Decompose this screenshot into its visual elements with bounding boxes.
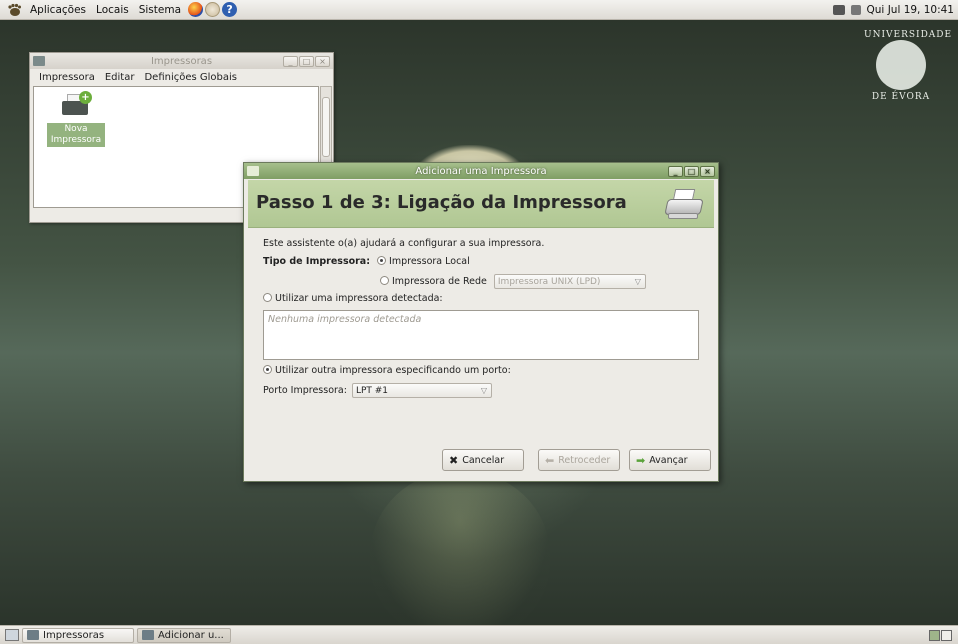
no-detected-message: Nenhuma impressora detectada <box>268 314 422 325</box>
port-combo[interactable]: LPT #1 ▽ <box>351 383 492 398</box>
radio-selected-icon <box>263 365 272 374</box>
local-printer-radio[interactable]: Impressora Local <box>377 256 470 267</box>
network-type-combo[interactable]: Impressora UNIX (LPD) ▽ <box>493 274 646 289</box>
top-panel: Aplicações Locais Sistema ? Qui Jul 19, … <box>0 0 958 20</box>
dialog-title: Adicionar uma Impressora <box>415 165 547 177</box>
detected-printers-list[interactable]: Nenhuma impressora detectada <box>263 310 699 360</box>
maximize-button[interactable]: □ <box>299 55 314 67</box>
task-add-printer[interactable]: Adicionar u... <box>137 627 231 643</box>
printer-icon <box>662 189 704 221</box>
task-printers[interactable]: Impressoras <box>22 627 134 643</box>
wallpaper-decoration <box>370 470 550 640</box>
new-printer-label: Nova Impressora <box>47 123 105 147</box>
wizard-buttons: ✖ Cancelar ⬅ Retroceder ➡ Avançar <box>250 449 714 475</box>
chevron-down-icon: ▽ <box>480 386 487 395</box>
detected-printer-label: Utilizar uma impressora detectada: <box>275 293 443 304</box>
printer-window-icon <box>27 630 39 640</box>
local-printer-label: Impressora Local <box>389 256 470 267</box>
printer-type-row: Tipo de Impressora: Impressora Local <box>263 256 470 267</box>
wizard-step-title: Passo 1 de 3: Ligação da Impressora <box>256 192 627 213</box>
cancel-icon: ✖ <box>449 453 459 467</box>
workspace-2[interactable] <box>941 629 952 641</box>
printer-window-icon <box>142 630 154 640</box>
printer-type-label: Tipo de Impressora: <box>263 256 371 267</box>
detected-printer-radio[interactable]: Utilizar uma impressora detectada: <box>263 293 443 304</box>
menu-edit[interactable]: Editar <box>100 72 140 83</box>
radio-unselected-icon <box>263 293 272 302</box>
forward-label: Avançar <box>649 454 688 466</box>
dialog-close-button[interactable]: × <box>700 165 715 177</box>
menu-global-settings[interactable]: Definições Globais <box>139 72 242 83</box>
mail-icon[interactable] <box>205 2 221 17</box>
volume-icon[interactable] <box>850 4 861 15</box>
workspace-switcher[interactable] <box>929 629 952 641</box>
back-label: Retroceder <box>558 454 611 466</box>
logo-text-bottom: DE ÉVORA <box>871 92 931 102</box>
arrow-left-icon: ⬅ <box>545 453 555 467</box>
clock[interactable]: Qui Jul 19, 10:41 <box>867 4 954 16</box>
workspace-1[interactable] <box>929 629 940 641</box>
wizard-header: Passo 1 de 3: Ligação da Impressora <box>248 180 714 228</box>
network-printer-row: Impressora de Rede Impressora UNIX (LPD)… <box>380 274 646 289</box>
wizard-intro: Este assistente o(a) ajudará a configura… <box>263 238 545 249</box>
firefox-icon[interactable] <box>188 2 204 17</box>
task-printers-label: Impressoras <box>43 629 105 641</box>
dialog-minimize-button[interactable]: _ <box>668 165 683 177</box>
add-printer-dialog: Adicionar uma Impressora _ □ × Passo 1 d… <box>243 162 719 482</box>
logo-text-top: UNIVERSIDADE <box>864 30 953 40</box>
radio-selected-icon <box>377 256 387 265</box>
help-icon[interactable]: ? <box>222 2 238 17</box>
dialog-titlebar[interactable]: Adicionar uma Impressora _ □ × <box>244 163 718 179</box>
dialog-maximize-button[interactable]: □ <box>684 165 699 177</box>
cancel-button[interactable]: ✖ Cancelar <box>442 449 524 471</box>
port-value: LPT #1 <box>355 386 389 396</box>
printers-titlebar[interactable]: Impressoras _ □ × <box>30 53 333 69</box>
task-add-printer-label: Adicionar u... <box>158 629 224 641</box>
back-button[interactable]: ⬅ Retroceder <box>538 449 620 471</box>
network-printer-radio[interactable]: Impressora de Rede <box>380 276 487 287</box>
menu-system[interactable]: Sistema <box>134 4 186 16</box>
new-printer-icon: + <box>60 91 92 121</box>
bottom-panel: Impressoras Adicionar u... <box>0 625 958 644</box>
new-printer-item[interactable]: + Nova Impressora <box>47 91 105 147</box>
port-label: Porto Impressora: <box>263 385 347 396</box>
arrow-right-icon: ➡ <box>636 453 646 467</box>
minimize-button[interactable]: _ <box>283 55 298 67</box>
network-printer-label: Impressora de Rede <box>392 276 487 287</box>
university-logo: UNIVERSIDADE DE ÉVORA <box>864 28 953 102</box>
other-printer-label: Utilizar outra impressora especificando … <box>275 365 511 376</box>
menu-applications[interactable]: Aplicações <box>25 4 91 16</box>
printers-menubar: Impressora Editar Definições Globais <box>30 69 333 85</box>
menu-places[interactable]: Locais <box>91 4 134 16</box>
network-icon[interactable] <box>832 4 845 15</box>
close-button[interactable]: × <box>315 55 330 67</box>
other-printer-radio[interactable]: Utilizar outra impressora especificando … <box>263 365 511 376</box>
menu-printer[interactable]: Impressora <box>34 72 100 83</box>
show-desktop-icon[interactable] <box>5 629 19 641</box>
system-tray: Qui Jul 19, 10:41 <box>832 4 958 16</box>
port-row: Porto Impressora: LPT #1 ▽ <box>263 383 492 398</box>
cancel-label: Cancelar <box>462 454 505 466</box>
radio-unselected-icon <box>380 276 389 285</box>
gnome-foot-icon[interactable] <box>6 3 22 17</box>
network-type-value: Impressora UNIX (LPD) <box>497 277 601 287</box>
logo-emblem-icon <box>876 40 926 90</box>
forward-button[interactable]: ➡ Avançar <box>629 449 711 471</box>
chevron-down-icon: ▽ <box>634 277 641 286</box>
